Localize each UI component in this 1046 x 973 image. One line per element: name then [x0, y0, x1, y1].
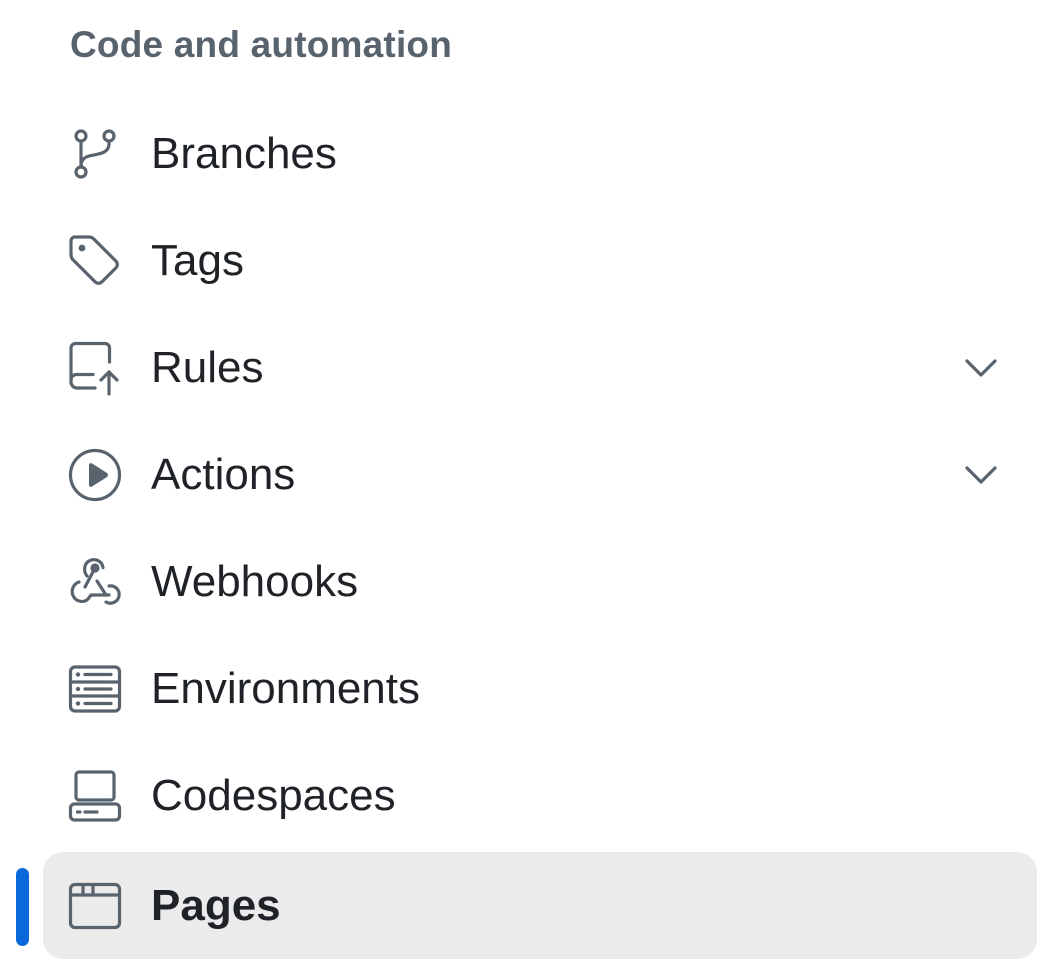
nav-item-label: Branches: [151, 129, 337, 178]
server-icon: [67, 661, 123, 717]
nav-item-rules[interactable]: Rules: [43, 314, 1037, 421]
webhook-icon: [67, 554, 123, 610]
repo-push-icon: [67, 340, 123, 396]
nav-item-label: Pages: [151, 881, 281, 930]
nav-item-pages[interactable]: Pages: [43, 852, 1037, 959]
nav-item-tags[interactable]: Tags: [43, 207, 1037, 314]
nav-item-label: Environments: [151, 664, 421, 713]
codespaces-icon: [67, 768, 123, 824]
nav-item-label: Rules: [151, 343, 264, 392]
nav-item-branches[interactable]: Branches: [43, 100, 1037, 207]
nav-item-label: Tags: [151, 236, 244, 285]
browser-icon: [67, 878, 123, 934]
nav-item-environments[interactable]: Environments: [43, 635, 1037, 742]
nav-item-label: Actions: [151, 450, 296, 499]
nav-item-webhooks[interactable]: Webhooks: [43, 528, 1037, 635]
tag-icon: [67, 233, 123, 289]
nav-item-label: Codespaces: [151, 771, 396, 820]
play-icon: [67, 447, 123, 503]
active-indicator: [16, 868, 29, 946]
section-title: Code and automation: [70, 24, 453, 65]
chevron-down-icon[interactable]: [959, 346, 1003, 390]
git-branch-icon: [67, 126, 123, 182]
nav-item-label: Webhooks: [151, 557, 359, 606]
nav-item-codespaces[interactable]: Codespaces: [43, 742, 1037, 849]
chevron-down-icon[interactable]: [959, 453, 1003, 497]
nav-item-actions[interactable]: Actions: [43, 421, 1037, 528]
